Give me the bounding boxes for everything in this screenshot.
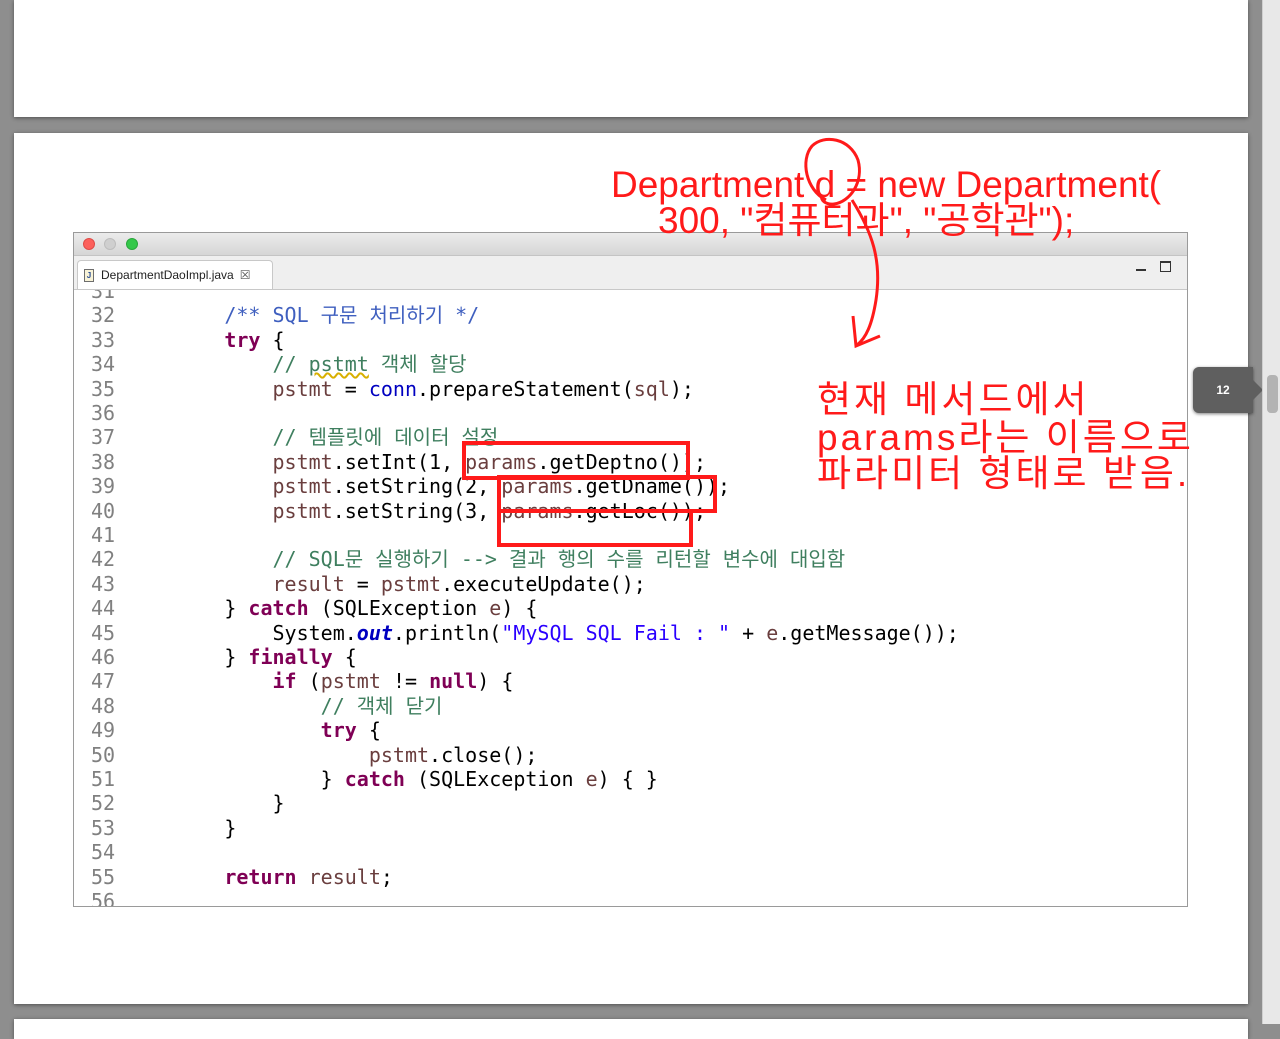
scrollbar-thumb[interactable] <box>1267 375 1278 413</box>
vertical-scrollbar[interactable] <box>1262 0 1280 1024</box>
annotation-note-line3: 파라미터 형태로 받음. <box>817 453 1191 494</box>
annotation-constructor-line2: 300, "컴퓨터과", "공학관"); <box>658 200 1075 241</box>
annotation-note-line2: params라는 이름으로 <box>817 417 1194 458</box>
handwritten-arrow-icon <box>804 137 881 349</box>
page-number-badge[interactable]: 12 <box>1193 367 1263 413</box>
annotation-constructor-line1: Department d = new Department( <box>611 164 1162 205</box>
annotation-note-line1: 현재 메서드에서 <box>817 379 1090 420</box>
